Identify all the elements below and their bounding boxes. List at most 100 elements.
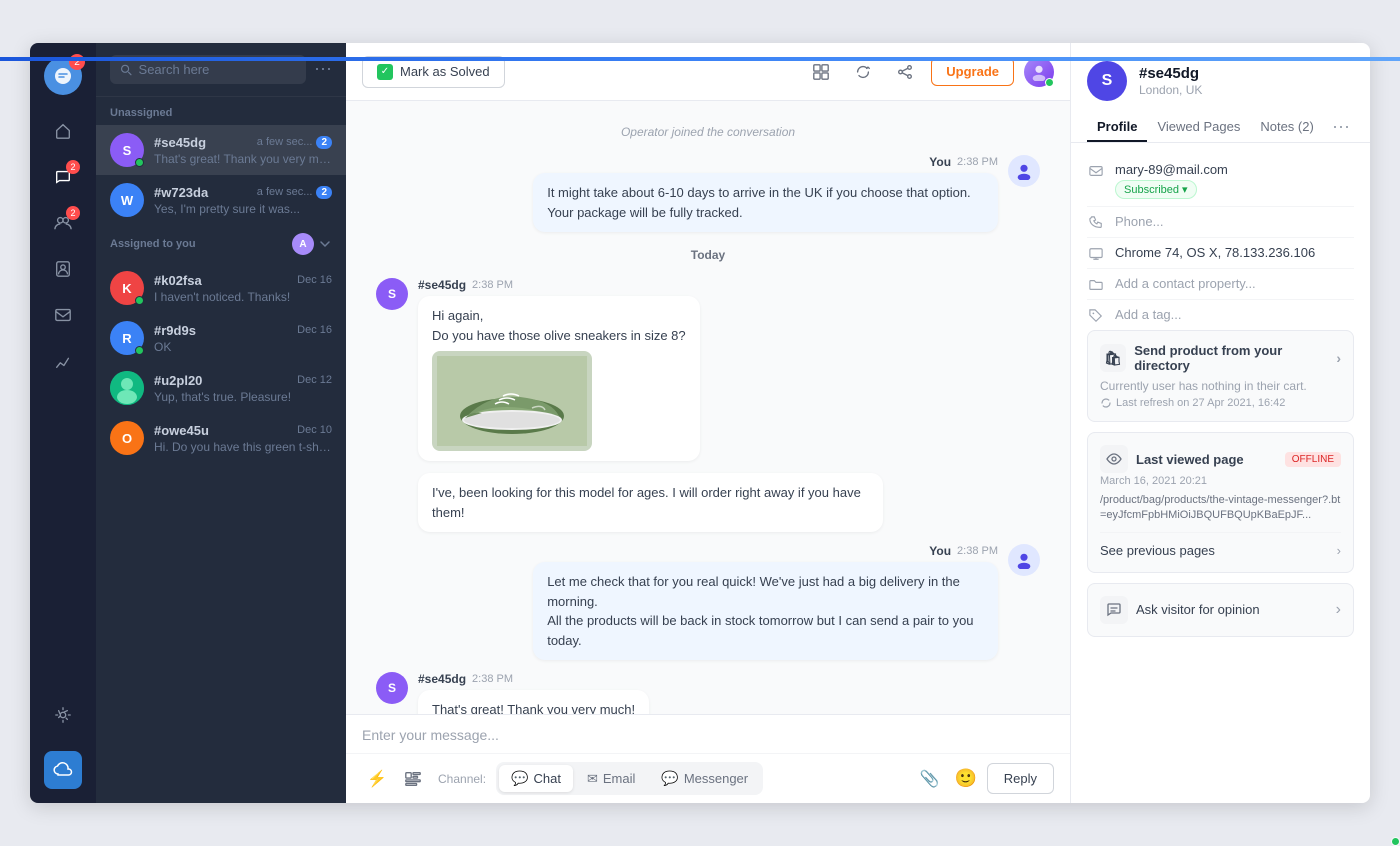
profile-field-contact-property[interactable]: Add a contact property... [1087,269,1354,300]
top-blue-bar [0,57,1400,61]
conv-preview-w723da: Yes, I'm pretty sure it was... [154,202,332,216]
nav-contacts[interactable] [43,249,83,289]
subscribed-badge[interactable]: Subscribed ▾ [1115,180,1197,199]
chat-toolbar: ⚡ Channel: 💬 Chat ✉ Email [346,753,1070,803]
conv-item-w723da[interactable]: W #w723da a few sec... 2 Yes, I'm pretty… [96,175,346,225]
nav-team[interactable]: 2 [43,203,83,243]
attachment-icon-btn[interactable]: 📎 [915,764,945,794]
message-meta: You 2:38 PM [533,155,998,169]
message-time: 2:38 PM [957,156,998,168]
conv-avatar-r9d9s: R [110,321,144,355]
profile-field-email: mary-89@mail.com Subscribed ▾ [1087,155,1354,207]
emoji-icon-btn[interactable]: 🙂 [951,764,981,794]
send-product-section[interactable]: 🛍 Send product from your directory › Cur… [1087,330,1354,422]
conv-time-r9d9s: Dec 16 [297,324,332,336]
chat-tab-label: Chat [533,771,560,786]
user-online-dot [1045,78,1054,87]
nav-email[interactable] [43,295,83,335]
message-avatar [1008,155,1040,187]
profile-more-btn[interactable]: ⋯ [1328,113,1354,142]
message-input[interactable] [362,727,1054,743]
nav-chat[interactable]: 2 [43,157,83,197]
out2-avatar [1008,544,1040,576]
conv-info-r9d9s: #r9d9s Dec 16 OK [154,323,332,354]
upgrade-button[interactable]: Upgrade [931,57,1014,86]
cart-refresh-text: Last refresh on 27 Apr 2021, 16:42 [1116,397,1285,409]
profile-tab-viewed[interactable]: Viewed Pages [1147,113,1250,142]
sneaker-image [432,351,592,451]
see-previous-label: See previous pages [1100,543,1215,558]
conv-item-se45dg[interactable]: S #se45dg a few sec... 2 That's great! T… [96,125,346,175]
email-value: mary-89@mail.com [1115,162,1354,177]
folder-field-icon [1087,278,1105,292]
see-previous-btn[interactable]: See previous pages › [1100,532,1341,560]
out2-sender: You [929,544,951,558]
conv-item-owe45u[interactable]: O #owe45u Dec 10 Hi. Do you have this gr… [96,413,346,463]
nav-cloud[interactable] [44,751,82,789]
conv-top-k02fsa: #k02fsa Dec 16 [154,273,332,288]
last-viewed-date: March 16, 2021 20:21 [1100,475,1341,487]
conv-item-k02fsa[interactable]: K #k02fsa Dec 16 I haven't noticed. Than… [96,263,346,313]
chat-input-box[interactable] [346,715,1070,753]
channel-tab-email[interactable]: ✉ Email [575,765,647,792]
last-viewed-label: Last viewed page [1136,452,1244,467]
mark-solved-label: Mark as Solved [400,64,490,79]
conv-time: a few sec... [257,136,313,148]
profile-header: S #se45dg London, UK [1071,43,1370,101]
channel-tab-messenger[interactable]: 💬 Messenger [649,765,760,792]
conv-item-r9d9s[interactable]: R #r9d9s Dec 16 OK [96,313,346,363]
refresh-small-icon [1100,397,1112,409]
profile-field-tag[interactable]: Add a tag... [1087,300,1354,330]
ask-opinion-left: Ask visitor for opinion [1100,596,1260,624]
message-meta-visitor: #se45dg 2:38 PM [418,278,700,292]
conv-top-w723da: #w723da a few sec... 2 [154,185,332,200]
conv-name-r9d9s: #r9d9s [154,323,196,338]
profile-name-wrap: #se45dg London, UK [1139,65,1354,97]
see-previous-arrow: › [1337,543,1341,558]
app-container: 2 2 2 [30,43,1370,803]
cart-refresh-detail: Last refresh on 27 Apr 2021, 16:42 [1100,397,1341,409]
user-avatar[interactable] [1024,57,1054,87]
last-viewed-header: Last viewed page OFFLINE [1100,445,1341,473]
send-product-label: Send product from your directory [1134,343,1328,373]
monitor-field-icon [1087,247,1105,261]
team-badge: 2 [66,206,80,220]
assigned-header: Assigned to you A [96,225,346,263]
reply-button[interactable]: Reply [987,763,1054,794]
conv-info-u2pl20: #u2pl20 Dec 12 Yup, that's true. Pleasur… [154,373,332,404]
sidebar-more-btn[interactable]: ⋯ [314,59,332,80]
search-input[interactable] [139,62,296,77]
check-icon: ✓ [377,64,393,80]
nav-logo[interactable]: 2 [44,57,82,95]
profile-location: London, UK [1139,83,1354,97]
cart-empty-text: Currently user has nothing in their cart… [1100,379,1341,393]
message-bubble: It might take about 6-10 days to arrive … [533,173,998,232]
ask-opinion-section[interactable]: Ask visitor for opinion › [1087,583,1354,637]
tag-field-icon [1087,309,1105,323]
ask-opinion-arrow: › [1336,601,1341,619]
last-viewed-url: /product/bag/products/the-vintage-messen… [1100,493,1341,524]
conv-info-k02fsa: #k02fsa Dec 16 I haven't noticed. Thanks… [154,273,332,304]
template-icon[interactable] [398,764,428,794]
nav-home[interactable] [43,111,83,151]
quick-reply-icon[interactable]: ⚡ [362,764,392,794]
nav-settings[interactable] [43,695,83,735]
conv-time-u2pl20: Dec 12 [297,374,332,386]
app-wrapper: 2 2 2 [0,0,1400,846]
nav-analytics[interactable] [43,341,83,381]
conv-name-owe45u: #owe45u [154,423,209,438]
message-row-out2: You 2:38 PM Let me check that for you re… [376,544,1040,660]
conv-item-u2pl20[interactable]: #u2pl20 Dec 12 Yup, that's true. Pleasur… [96,363,346,413]
subscribed-chevron: ▾ [1182,183,1188,196]
profile-tab-profile[interactable]: Profile [1087,113,1147,142]
message-row-last: S #se45dg 2:38 PM That's great! Thank yo… [376,672,1040,714]
profile-tab-notes[interactable]: Notes (2) [1250,113,1323,142]
assigned-avatar-group: A [292,233,332,255]
channel-tab-chat[interactable]: 💬 Chat [499,765,573,792]
browser-value: Chrome 74, OS X, 78.133.236.106 [1115,245,1354,260]
conv-name-w723da: #w723da [154,185,208,200]
last-viewed-section: Last viewed page OFFLINE March 16, 2021 … [1087,432,1354,573]
visitor-time: 2:38 PM [472,279,513,291]
conv-time-w723da: a few sec... [257,186,313,198]
conv-name-k02fsa: #k02fsa [154,273,202,288]
